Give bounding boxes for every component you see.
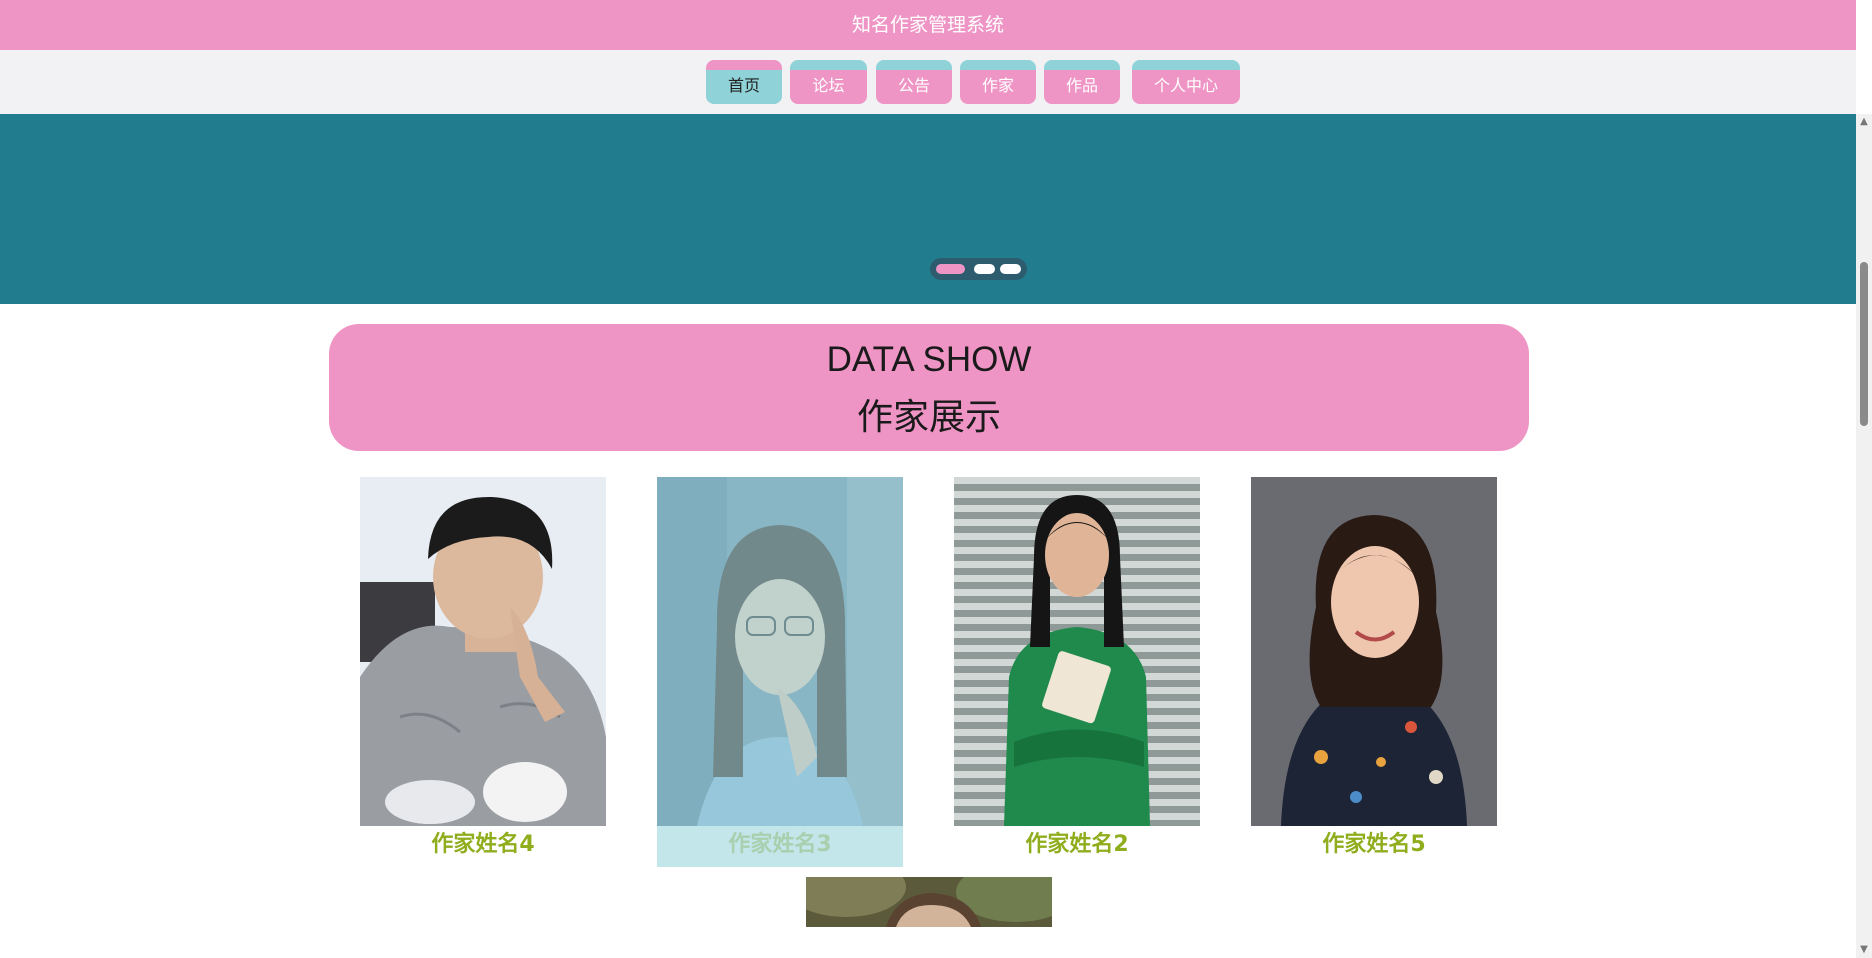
section-header: DATA SHOW 作家展示 bbox=[329, 324, 1529, 451]
section-title-en: DATA SHOW bbox=[826, 340, 1032, 379]
carousel-dot-3[interactable] bbox=[1000, 264, 1021, 274]
main-nav: 首页 论坛 公告 作家 作品 个人中心 bbox=[0, 50, 1856, 114]
nav-works-label: 作品 bbox=[1065, 76, 1098, 95]
nav-works[interactable]: 作品 bbox=[1044, 60, 1120, 104]
writer-portrait-woman-floral-shirt-icon bbox=[1251, 477, 1497, 826]
nav-forum-label: 论坛 bbox=[812, 76, 845, 95]
hover-overlay bbox=[657, 477, 903, 826]
vertical-scrollbar[interactable]: ▲ ▼ bbox=[1856, 114, 1872, 958]
writer-portrait-man-grey-shirt-icon bbox=[360, 477, 606, 826]
writer-portrait-woman-green-dress-icon bbox=[954, 477, 1200, 826]
writer-name: 作家姓名4 bbox=[431, 832, 535, 857]
page: 知名作家管理系统 首页 论坛 公告 作家 作品 个人中心 DATA SHOW 作… bbox=[0, 0, 1856, 958]
writer-card[interactable]: 作家姓名3 bbox=[657, 477, 903, 867]
carousel-dot-1[interactable] bbox=[936, 264, 965, 274]
app-title: 知名作家管理系统 bbox=[851, 14, 1004, 36]
nav-personal-center[interactable]: 个人中心 bbox=[1132, 60, 1240, 104]
nav-writers-label: 作家 bbox=[981, 76, 1014, 95]
app-title-bar: 知名作家管理系统 bbox=[0, 0, 1856, 50]
scroll-up-arrow-icon[interactable]: ▲ bbox=[1856, 114, 1872, 130]
carousel-indicators bbox=[930, 258, 1027, 280]
writer-name: 作家姓名2 bbox=[1025, 832, 1129, 857]
writer-portrait-partial-icon[interactable] bbox=[806, 877, 1052, 927]
nav-forum[interactable]: 论坛 bbox=[790, 60, 867, 104]
section-title-cn: 作家展示 bbox=[856, 397, 1001, 438]
carousel-dot-2[interactable] bbox=[974, 264, 995, 274]
nav-writers[interactable]: 作家 bbox=[960, 60, 1036, 104]
scroll-down-arrow-icon[interactable]: ▼ bbox=[1856, 942, 1872, 958]
nav-announcements-label: 公告 bbox=[897, 76, 930, 95]
writer-portrait-woman-glasses-icon bbox=[657, 477, 903, 826]
nav-home-label: 首页 bbox=[727, 76, 760, 95]
writer-name: 作家姓名3 bbox=[728, 832, 832, 857]
scroll-thumb[interactable] bbox=[1860, 262, 1868, 426]
nav-home[interactable]: 首页 bbox=[706, 60, 782, 104]
nav-announcements[interactable]: 公告 bbox=[876, 60, 952, 104]
writer-name: 作家姓名5 bbox=[1322, 832, 1426, 857]
carousel-banner[interactable] bbox=[0, 114, 1856, 304]
nav-personal-center-label: 个人中心 bbox=[1153, 76, 1218, 95]
